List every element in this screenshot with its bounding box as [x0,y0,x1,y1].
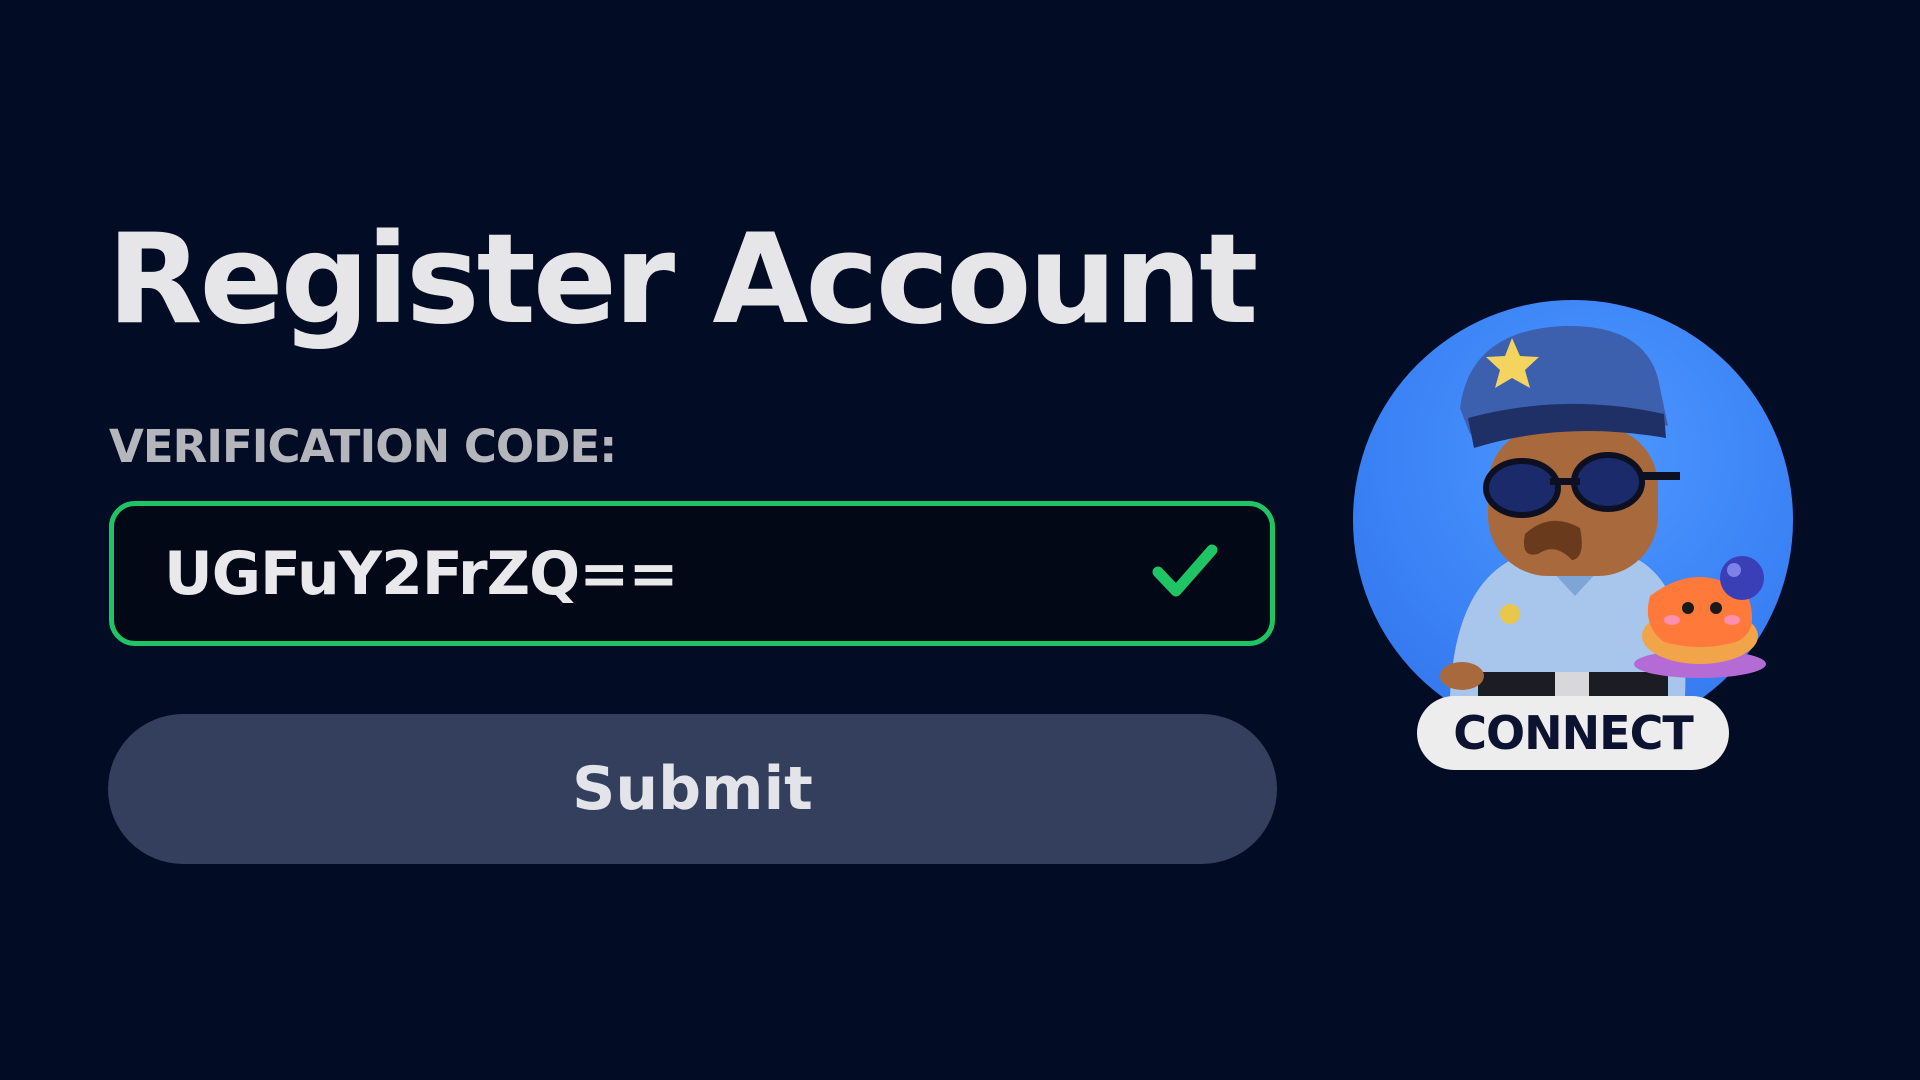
checkmark-icon [1152,544,1218,597]
verification-code-input[interactable] [164,506,1064,641]
connect-label[interactable]: CONNECT [1417,696,1729,770]
register-page: Register Account VERIFICATION CODE: Subm… [0,0,1920,1080]
verification-code-label: VERIFICATION CODE: [109,420,617,473]
page-title: Register Account [107,208,1258,352]
submit-button[interactable]: Submit [108,714,1277,864]
connect-badge[interactable]: CONNECT [1350,296,1800,776]
verification-code-field[interactable] [109,501,1275,646]
